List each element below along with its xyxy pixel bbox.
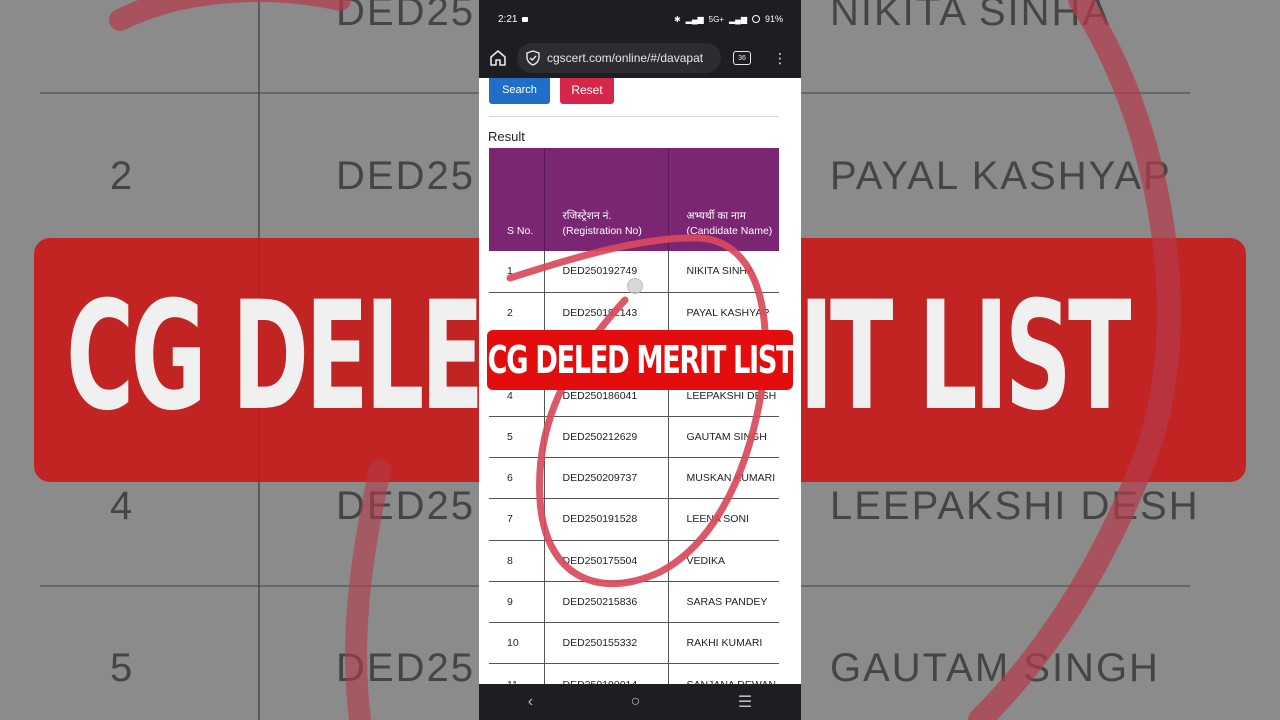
table-row: 7 DED250191528 LEENA SONI (489, 498, 779, 541)
cell-sno: 1 (489, 251, 545, 293)
cell-candidate-name: PAYAL KASHYAP (668, 292, 779, 335)
cell-registration-no: DED250175504 (544, 540, 669, 582)
cell-sno: 9 (489, 581, 545, 624)
merit-list-table: S No. रजिस्ट्रेशन नं. (Registration No) … (489, 148, 779, 684)
cell-sno: 6 (489, 457, 545, 500)
cell-sno: 8 (489, 540, 545, 582)
cell-sno: 5 (489, 416, 545, 458)
android-nav-bar: ‹ ○ ☰ (479, 684, 801, 720)
header-registration-no: रजिस्ट्रेशन नं. (Registration No) (544, 148, 669, 251)
cell-candidate-name: GAUTAM SINGH (668, 416, 779, 458)
reset-button[interactable]: Reset (560, 78, 614, 104)
table-row: 10 DED250155332 RAKHI KUMARI (489, 622, 779, 665)
title-banner-text: CG DELED MERIT LIST (487, 338, 793, 382)
title-banner: CG DELED MERIT LIST (487, 330, 793, 390)
cell-candidate-name: SANJANA DEWAN (668, 663, 779, 684)
table-row: 6 DED250209737 MUSKAN KUMARI (489, 457, 779, 500)
back-icon[interactable]: ‹ (528, 693, 533, 711)
overflow-menu-icon[interactable]: ⋮ (773, 51, 787, 65)
status-icons: ✱ ▂▄▆ 5G+ ▂▄▆ 91% (674, 14, 783, 24)
cell-sno: 10 (489, 622, 545, 665)
header-sno: S No. (489, 148, 545, 251)
cell-candidate-name: MUSKAN KUMARI (668, 457, 779, 500)
table-row: 11 DED250190014 SANJANA DEWAN (489, 663, 779, 684)
cell-registration-no: DED250155332 (544, 622, 669, 665)
home-button[interactable] (479, 38, 517, 78)
search-button[interactable]: Search (489, 78, 550, 104)
site-security-icon (526, 50, 540, 66)
cell-registration-no: DED250215836 (544, 581, 669, 624)
network-type: 5G+ (708, 14, 724, 24)
url-text: cgscert.com/online/#/davapat (547, 51, 704, 65)
cell-sno: 7 (489, 498, 545, 541)
cell-candidate-name: RAKHI KUMARI (668, 622, 779, 665)
cell-registration-no: DED250192143 (544, 292, 669, 335)
status-bar: 2:21 ✱ ▂▄▆ 5G+ ▂▄▆ 91% (479, 0, 801, 38)
battery-icon (751, 15, 760, 23)
address-bar[interactable]: cgscert.com/online/#/davapat (517, 43, 721, 73)
cell-sno: 2 (489, 292, 545, 335)
signal-icon: ▂▄▆ (685, 14, 704, 24)
table-row: 2 DED250192143 PAYAL KASHYAP (489, 292, 779, 335)
cell-registration-no: DED250191528 (544, 498, 669, 541)
table-row: 5 DED250212629 GAUTAM SINGH (489, 416, 779, 458)
table-header-row: S No. रजिस्ट्रेशन नं. (Registration No) … (489, 148, 779, 251)
recents-icon[interactable]: ☰ (738, 692, 752, 712)
result-heading: Result (488, 129, 525, 144)
cell-registration-no: DED250190014 (544, 663, 669, 684)
browser-toolbar: cgscert.com/online/#/davapat 36 ⋮ (479, 38, 801, 78)
header-candidate-name: अभ्यर्थी का नाम (Candidate Name) (668, 148, 779, 251)
touch-indicator (627, 278, 643, 294)
status-time: 2:21 (498, 13, 518, 25)
table-row: 9 DED250215836 SARAS PANDEY (489, 581, 779, 624)
form-divider (489, 116, 779, 117)
cell-registration-no: DED250192749 (544, 251, 669, 293)
home-icon (490, 50, 506, 66)
bluetooth-icon: ✱ (673, 14, 681, 24)
tab-switcher-button[interactable]: 36 (733, 51, 751, 65)
battery-level: 91% (764, 14, 783, 24)
cell-candidate-name: SARAS PANDEY (668, 581, 779, 624)
cell-registration-no: DED250209737 (544, 457, 669, 500)
cell-candidate-name: NIKITA SINHA (668, 251, 779, 293)
cell-sno: 11 (489, 663, 545, 684)
home-circle-icon[interactable]: ○ (631, 693, 641, 711)
screen-record-icon (522, 16, 529, 22)
cell-candidate-name: VEDIKA (668, 540, 779, 582)
cell-candidate-name: LEENA SONI (668, 498, 779, 541)
cell-registration-no: DED250212629 (544, 416, 669, 458)
signal-icon-2: ▂▄▆ (729, 14, 747, 24)
table-row: 8 DED250175504 VEDIKA (489, 540, 779, 582)
